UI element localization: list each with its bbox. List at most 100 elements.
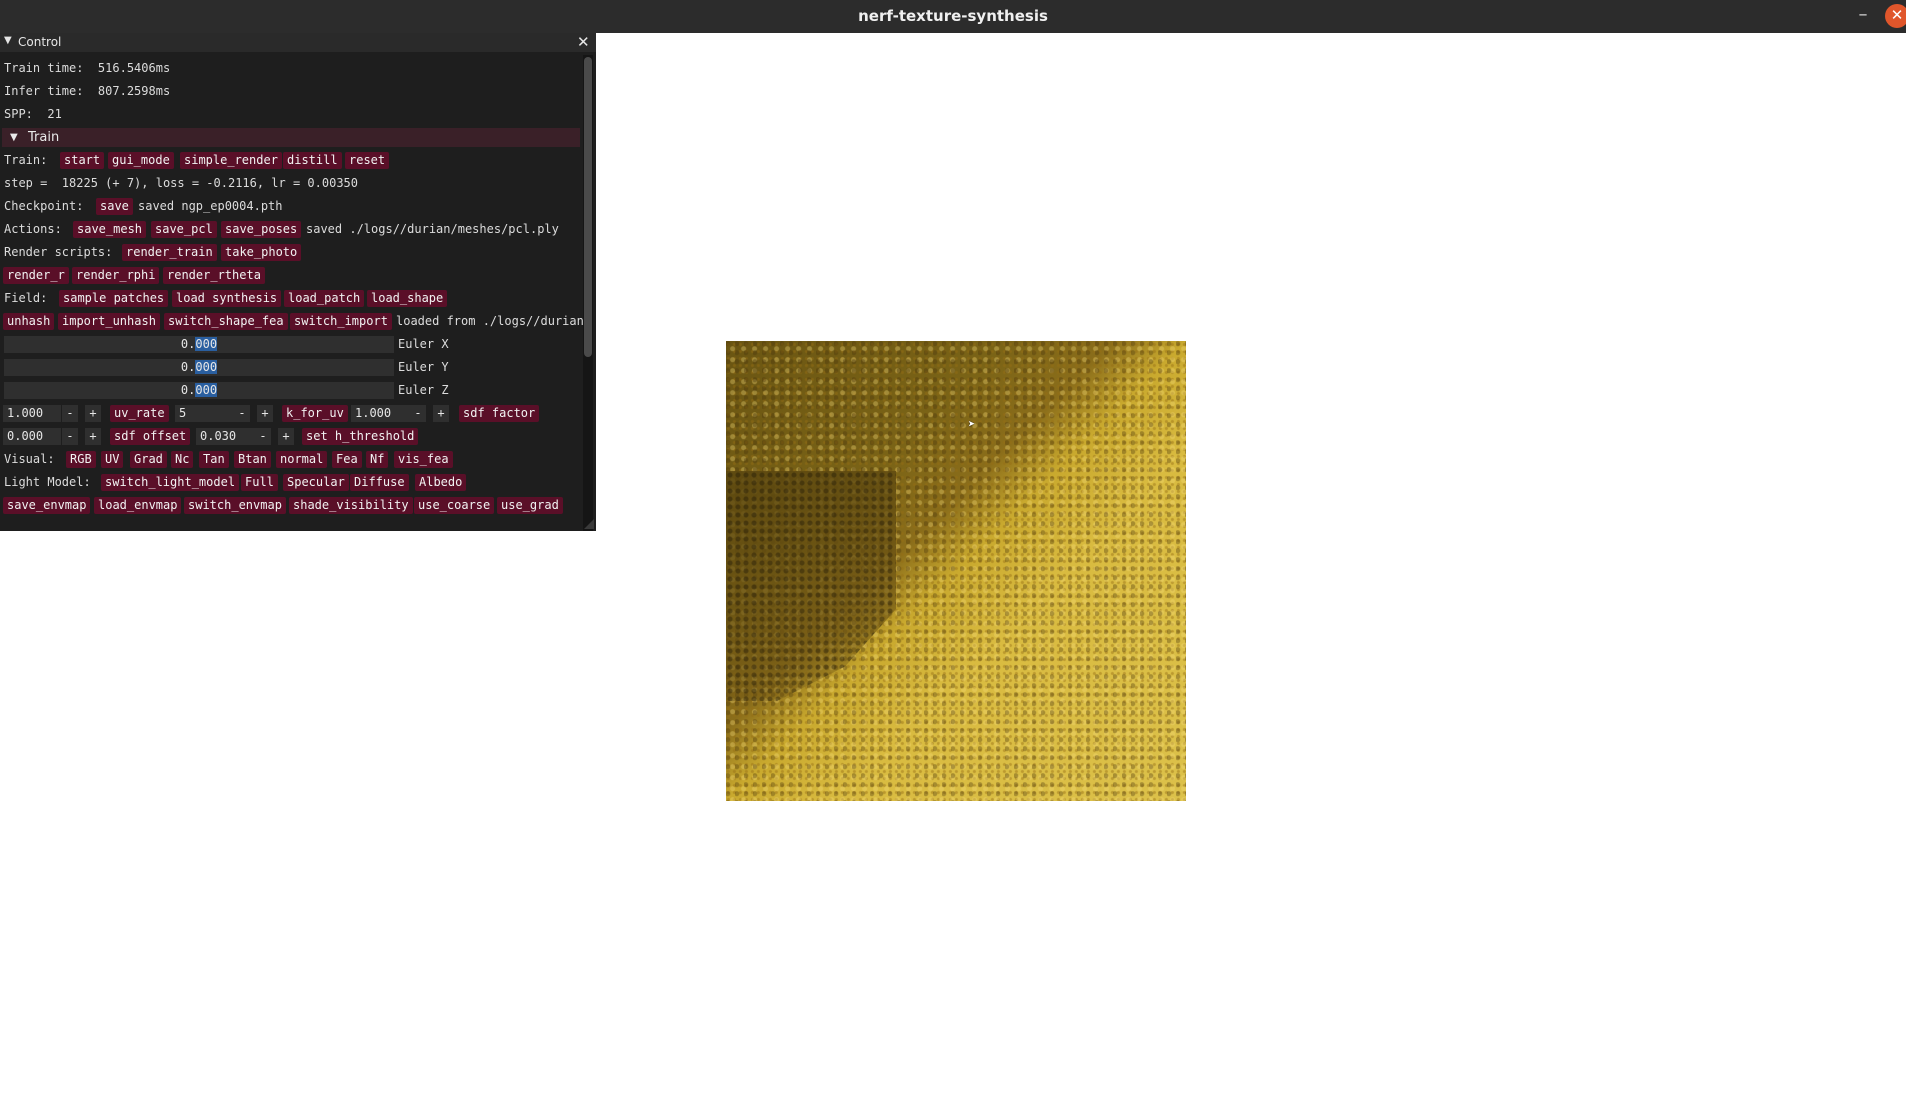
scrollbar-thumb[interactable] <box>584 57 592 357</box>
sdf-value-input[interactable]: 0.000 <box>3 428 61 445</box>
sdf-value-minus[interactable]: - <box>62 428 78 445</box>
k-for-uv-minus[interactable]: - <box>410 405 426 422</box>
distill-button[interactable]: distill <box>283 152 342 169</box>
sdf-offset-button[interactable]: sdf offset <box>110 428 191 445</box>
light-full-button[interactable]: Full <box>241 474 278 491</box>
h-threshold-minus[interactable]: - <box>255 428 271 445</box>
import-unhash-button[interactable]: import_unhash <box>58 313 160 330</box>
switch-import-button[interactable]: switch_import <box>290 313 392 330</box>
visual-btan-button[interactable]: Btan <box>234 451 271 468</box>
switch-light-model-button[interactable]: switch_light_model <box>101 474 240 491</box>
train-time: Train time: 516.5406ms <box>4 61 171 75</box>
title-bar: nerf-texture-synthesis – ✕ <box>0 0 1906 33</box>
render-scripts-label: Render scripts: <box>4 245 113 259</box>
section-title: Train <box>28 130 60 145</box>
unhash-button[interactable]: unhash <box>3 313 55 330</box>
actions-label: Actions: <box>4 222 62 236</box>
visual-rgb-button[interactable]: RGB <box>66 451 96 468</box>
light-model-label: Light Model: <box>4 475 91 489</box>
uv-value-1-minus[interactable]: - <box>62 405 78 422</box>
switch-shape-fea-button[interactable]: switch_shape_fea <box>164 313 288 330</box>
close-window-icon[interactable]: ✕ <box>1885 4 1906 28</box>
light-diffuse-button[interactable]: Diffuse <box>350 474 409 491</box>
euler-x-int: 0. <box>180 337 196 351</box>
render-r-button[interactable]: render_r <box>3 267 69 284</box>
checkpoint-save-button[interactable]: save <box>96 198 133 215</box>
use-grad-button[interactable]: use_grad <box>497 497 563 514</box>
mouse-cursor-icon: ➤ <box>968 417 976 431</box>
window-title: nerf-texture-synthesis <box>858 7 1048 25</box>
h-threshold-input[interactable]: 0.030 <box>196 428 256 445</box>
close-panel-icon[interactable]: ✕ <box>577 33 590 52</box>
uv-rate-input[interactable]: 5 <box>175 405 235 422</box>
train-label: Train: <box>4 153 48 167</box>
take-photo-button[interactable]: take_photo <box>221 244 302 261</box>
render-train-button[interactable]: render_train <box>122 244 217 261</box>
train-section-header[interactable]: ▼ Train <box>2 128 580 147</box>
section-collapse-arrow-icon[interactable]: ▼ <box>10 128 18 147</box>
gui-mode-button[interactable]: gui_mode <box>108 152 174 169</box>
load-patch-button[interactable]: load_patch <box>284 290 365 307</box>
save-envmap-button[interactable]: save_envmap <box>3 497 91 514</box>
visual-nc-button[interactable]: Nc <box>171 451 194 468</box>
h-threshold-plus[interactable]: + <box>278 428 294 445</box>
uv-rate-button[interactable]: uv_rate <box>110 405 169 422</box>
resize-grip-icon[interactable] <box>584 519 594 529</box>
save-poses-button[interactable]: save_poses <box>221 221 302 238</box>
switch-envmap-button[interactable]: switch_envmap <box>184 497 286 514</box>
rendered-texture-image[interactable] <box>726 341 1186 801</box>
control-panel: ▼ Control ✕ Train time: 516.5406ms Infer… <box>0 33 596 531</box>
simple-render-button[interactable]: simple_render <box>180 152 282 169</box>
step-status: step = 18225 (+ 7), loss = -0.2116, lr =… <box>4 176 359 190</box>
hash-status: loaded from ./logs//durian <box>396 314 584 328</box>
euler-x-slider[interactable]: 0.000 <box>4 336 394 353</box>
visual-normal-button[interactable]: normal <box>276 451 328 468</box>
use-coarse-button[interactable]: use_coarse <box>414 497 495 514</box>
load-synthesis-button[interactable]: load synthesis <box>172 290 282 307</box>
light-specular-button[interactable]: Specular <box>283 474 349 491</box>
render-rphi-button[interactable]: render_rphi <box>72 267 160 284</box>
save-pcl-button[interactable]: save_pcl <box>151 221 217 238</box>
start-button[interactable]: start <box>60 152 105 169</box>
load-envmap-button[interactable]: load_envmap <box>94 497 182 514</box>
euler-y-slider[interactable]: 0.000 <box>4 359 394 376</box>
infer-time: Infer time: 807.2598ms <box>4 84 171 98</box>
reset-button[interactable]: reset <box>345 152 390 169</box>
light-albedo-button[interactable]: Albedo <box>415 474 467 491</box>
uv-rate-minus[interactable]: - <box>234 405 250 422</box>
render-rtheta-button[interactable]: render_rtheta <box>163 267 265 284</box>
load-shape-button[interactable]: load_shape <box>367 290 448 307</box>
euler-z-int: 0. <box>180 383 196 397</box>
shade-visibility-button[interactable]: shade_visibility <box>289 497 413 514</box>
collapse-arrow-icon[interactable]: ▼ <box>4 35 12 46</box>
save-mesh-button[interactable]: save_mesh <box>73 221 147 238</box>
checkpoint-label: Checkpoint: <box>4 199 84 213</box>
visual-fea-button[interactable]: Fea <box>332 451 362 468</box>
euler-y-int: 0. <box>180 360 196 374</box>
checkpoint-status: saved ngp_ep0004.pth <box>138 199 283 213</box>
visual-label: Visual: <box>4 452 55 466</box>
uv-rate-plus[interactable]: + <box>257 405 273 422</box>
visual-nf-button[interactable]: Nf <box>366 451 389 468</box>
euler-z-label: Euler Z <box>398 383 449 397</box>
euler-y-frac: 000 <box>195 360 218 374</box>
k-for-uv-input[interactable]: 1.000 <box>351 405 411 422</box>
vis-fea-button[interactable]: vis_fea <box>394 451 453 468</box>
actions-status: saved ./logs//durian/meshes/pcl.ply <box>306 222 559 236</box>
panel-scrollbar[interactable] <box>583 55 593 531</box>
euler-z-frac: 000 <box>195 383 218 397</box>
minimize-icon[interactable]: – <box>1856 0 1870 29</box>
sdf-factor-button[interactable]: sdf factor <box>459 405 540 422</box>
sdf-value-plus[interactable]: + <box>85 428 101 445</box>
uv-value-1-input[interactable]: 1.000 <box>3 405 61 422</box>
visual-grad-button[interactable]: Grad <box>130 451 167 468</box>
control-panel-header[interactable]: ▼ Control ✕ <box>0 33 596 52</box>
set-h-threshold-button[interactable]: set h_threshold <box>302 428 419 445</box>
k-for-uv-plus[interactable]: + <box>433 405 449 422</box>
visual-uv-button[interactable]: UV <box>101 451 124 468</box>
sample-patches-button[interactable]: sample patches <box>59 290 169 307</box>
uv-value-1-plus[interactable]: + <box>85 405 101 422</box>
k-for-uv-button[interactable]: k_for_uv <box>282 405 348 422</box>
euler-z-slider[interactable]: 0.000 <box>4 382 394 399</box>
visual-tan-button[interactable]: Tan <box>199 451 229 468</box>
